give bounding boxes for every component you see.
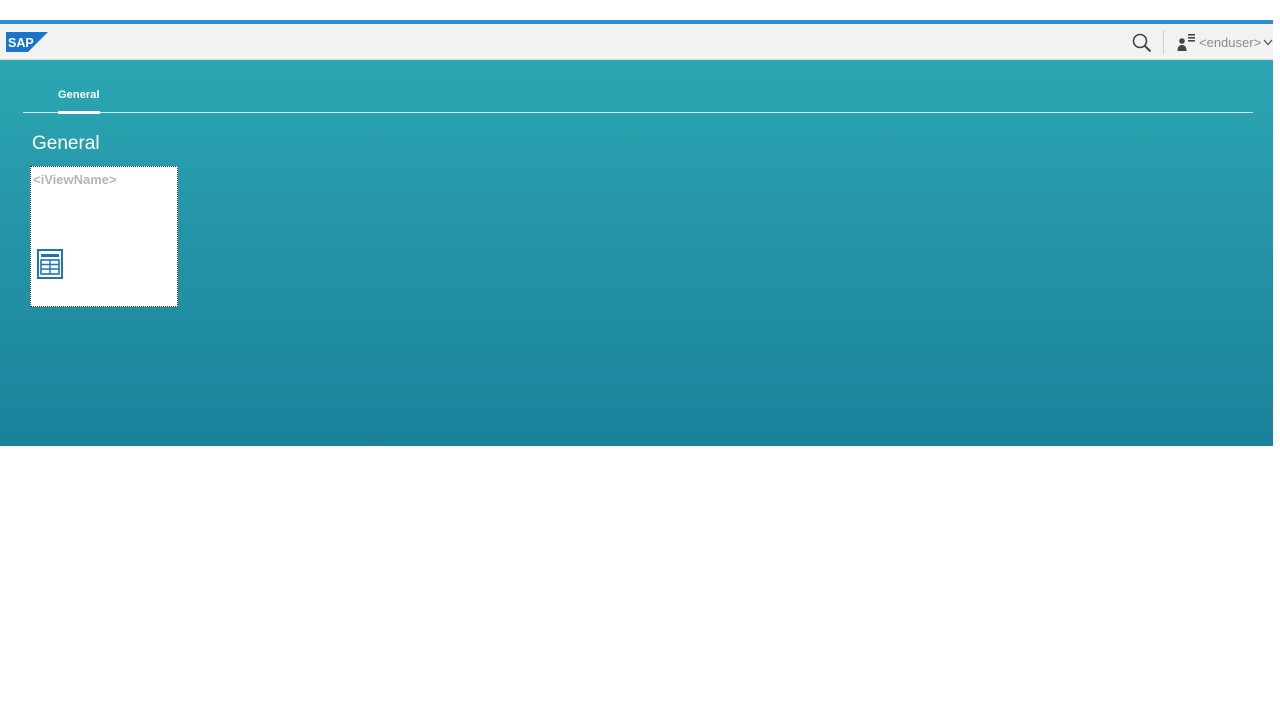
header-separator	[1163, 30, 1164, 54]
sap-logo-text: SAP	[8, 36, 34, 50]
app-tile[interactable]: <iViewName>	[30, 166, 178, 307]
group-title: General	[32, 133, 100, 154]
launchpad-content: General General <iViewName>	[0, 60, 1273, 446]
search-button[interactable]	[1129, 30, 1155, 56]
user-menu[interactable]: <enduser>	[1176, 30, 1273, 54]
anchor-tab-bar: General	[23, 60, 1253, 114]
tab-selected-indicator	[58, 111, 100, 114]
sap-logo[interactable]: SAP	[6, 32, 48, 52]
chevron-down-icon	[1263, 39, 1273, 46]
table-view-icon	[37, 249, 63, 279]
search-icon	[1132, 33, 1152, 53]
top-whitespace	[0, 0, 1280, 20]
tile-title: <iViewName>	[33, 172, 117, 187]
shell-header: SAP <enduser>	[0, 24, 1273, 60]
tab-general[interactable]: General	[58, 60, 100, 114]
user-name: <enduser>	[1199, 34, 1262, 50]
user-menu-icon	[1177, 34, 1195, 51]
tab-label: General	[58, 89, 100, 101]
